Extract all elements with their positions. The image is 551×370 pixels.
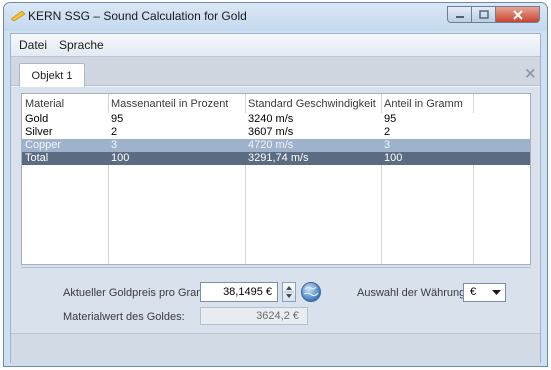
cell-material: Copper	[25, 139, 62, 151]
currency-value: €	[470, 286, 477, 298]
close-icon	[512, 9, 523, 20]
content-panel: Material Massenanteil in Prozent Standar…	[11, 87, 540, 365]
table-row-total[interactable]: Total 100 3291,74 m/s 100	[22, 152, 530, 165]
maximize-button[interactable]	[472, 6, 496, 23]
gold-price-label: Aktueller Goldpreis pro Gramm:	[63, 287, 218, 299]
material-value-field: 3624,2 €	[200, 307, 308, 325]
column-header-speed[interactable]: Standard Geschwindigkeit	[248, 97, 376, 111]
cell-mass-percent: 2	[111, 126, 118, 138]
close-button[interactable]	[496, 6, 540, 23]
cell-speed: 3240 m/s	[248, 113, 294, 125]
tab-objekt-1[interactable]: Objekt 1	[19, 63, 85, 87]
cell-mass-percent: 3	[111, 139, 118, 151]
cell-mass-percent: 95	[111, 113, 124, 125]
cell-grams: 100	[384, 152, 403, 164]
column-header-material[interactable]: Material	[25, 97, 64, 111]
ruler-icon	[11, 11, 25, 21]
tab-label: Objekt 1	[31, 69, 73, 82]
title-bar[interactable]: KERN SSG – Sound Calculation for Gold	[4, 3, 547, 31]
gold-price-stepper[interactable]	[282, 282, 296, 302]
table-row[interactable]: Gold 95 3240 m/s 95	[22, 113, 530, 126]
maximize-icon	[478, 10, 489, 19]
app-window: KERN SSG – Sound Calculation for Gold Da…	[3, 2, 548, 367]
window-title: KERN SSG – Sound Calculation for Gold	[28, 9, 247, 23]
cell-mass-percent: 100	[111, 152, 130, 164]
tab-close-icon[interactable]: ×	[524, 64, 537, 82]
cell-speed: 3291,74 m/s	[248, 152, 309, 164]
material-value-label: Materialwert des Goldes:	[63, 311, 185, 323]
cell-grams: 3	[384, 139, 391, 151]
menu-bar: Datei Sprache	[11, 34, 540, 56]
cell-material: Silver	[25, 126, 53, 138]
cell-grams: 2	[384, 126, 391, 138]
minimize-button[interactable]	[447, 6, 472, 23]
cell-speed: 4720 m/s	[248, 139, 294, 151]
table-row[interactable]: Copper 3 4720 m/s 3	[22, 139, 530, 152]
column-header-mass-percent[interactable]: Massenanteil in Prozent	[111, 97, 228, 111]
currency-select[interactable]: €	[463, 283, 506, 302]
globe-refresh-icon[interactable]	[300, 281, 322, 303]
materials-table[interactable]: Material Massenanteil in Prozent Standar…	[21, 93, 531, 265]
stepper-arrows-icon	[284, 286, 294, 298]
minimize-icon	[455, 15, 464, 18]
table-row[interactable]: Silver 2 3607 m/s 2	[22, 126, 530, 139]
client-area: Datei Sprache Objekt 1 × Material Massen…	[10, 33, 541, 365]
gold-price-input[interactable]: 38,1495 €	[200, 282, 278, 302]
cell-material: Gold	[25, 113, 49, 125]
divider	[21, 267, 531, 268]
menu-sprache[interactable]: Sprache	[59, 38, 104, 52]
column-header-grams[interactable]: Anteil in Gramm	[384, 97, 463, 111]
cell-speed: 3607 m/s	[248, 126, 294, 138]
currency-label: Auswahl der Währung:	[357, 287, 469, 299]
menu-datei[interactable]: Datei	[19, 38, 47, 52]
status-bar	[11, 333, 540, 365]
cell-grams: 95	[384, 113, 397, 125]
cell-material: Total	[25, 152, 49, 164]
chevron-down-icon	[492, 290, 501, 295]
tab-strip	[11, 56, 540, 86]
